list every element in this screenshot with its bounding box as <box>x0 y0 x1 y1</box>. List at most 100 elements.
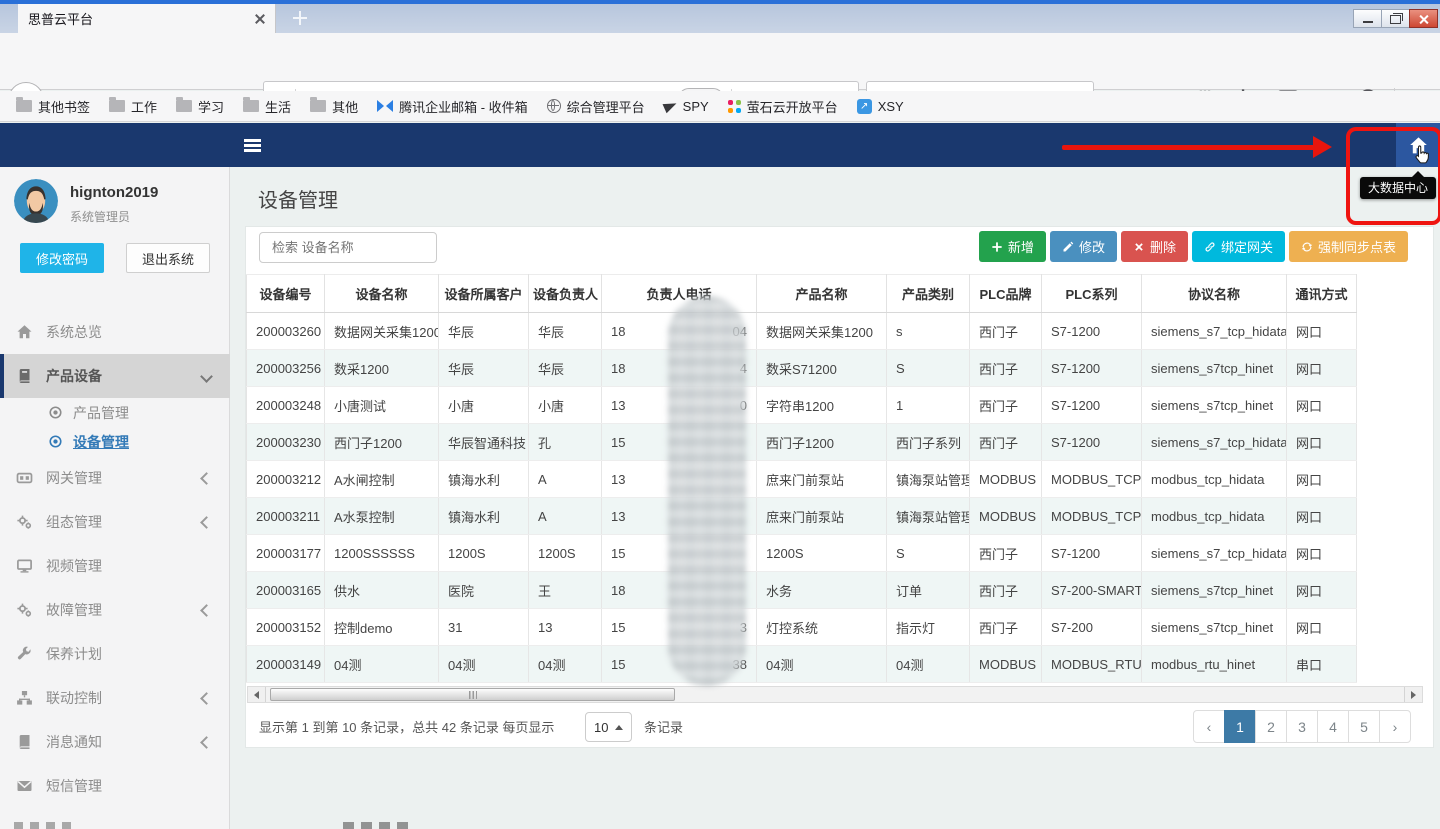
删除-button[interactable]: 删除 <box>1121 231 1188 262</box>
sidebar-item-消息通知[interactable]: 消息通知 <box>0 720 230 764</box>
bookmark-item[interactable]: SPY <box>664 99 709 114</box>
change-password-button[interactable]: 修改密码 <box>20 243 104 273</box>
column-header-产品名称[interactable]: 产品名称 <box>757 275 887 313</box>
bookmark-item[interactable]: ↗XSY <box>857 99 904 114</box>
column-header-产品类别[interactable]: 产品类别 <box>887 275 970 313</box>
table-cell: 网口 <box>1287 350 1357 387</box>
column-header-设备所属客户[interactable]: 设备所属客户 <box>439 275 529 313</box>
table-cell: MODBUS_TCP <box>1042 461 1142 498</box>
page-button-2[interactable]: 2 <box>1255 710 1287 743</box>
table-cell: modbus_tcp_hidata <box>1142 461 1287 498</box>
page-button-3[interactable]: 3 <box>1286 710 1318 743</box>
window-controls <box>1354 9 1438 28</box>
cursor-pointer <box>1413 144 1432 165</box>
column-header-PLC品牌[interactable]: PLC品牌 <box>970 275 1042 313</box>
restore-button[interactable] <box>1381 9 1410 28</box>
browser-tab[interactable]: 思普云平台 <box>18 4 276 33</box>
folder-icon <box>16 100 32 112</box>
records-info: 显示第 1 到第 10 条记录，总共 42 条记录 每页显示 <box>259 711 554 745</box>
绑定网关-button[interactable]: 绑定网关 <box>1192 231 1285 262</box>
dot-circle-icon <box>48 405 63 420</box>
minimize-button[interactable] <box>1353 9 1382 28</box>
bookmark-folder[interactable]: 学习 <box>176 97 224 116</box>
link-icon <box>1204 241 1216 253</box>
sidebar-subitem-产品管理[interactable]: 产品管理 <box>0 398 230 427</box>
table-cell: 西门子 <box>970 572 1042 609</box>
table-row[interactable]: 200003165供水医院王18水务订单西门子S7-200-SMARTsieme… <box>247 572 1357 609</box>
table-row[interactable]: 200003212A水闸控制镇海水利A13庶来门前泵站镇海泵站管理MODBUSM… <box>247 461 1357 498</box>
folder-icon <box>243 100 259 112</box>
column-header-协议名称[interactable]: 协议名称 <box>1142 275 1287 313</box>
page-button-5[interactable]: 5 <box>1348 710 1380 743</box>
table-row[interactable]: 200003260数据网关采集1200华辰华辰1804数据网关采集1200s西门… <box>247 313 1357 350</box>
scrollbar-thumb[interactable] <box>270 688 675 701</box>
close-button[interactable] <box>1409 9 1438 28</box>
sidebar-subitem-设备管理[interactable]: 设备管理 <box>0 427 230 456</box>
bookmark-item[interactable]: 综合管理平台 <box>547 97 645 116</box>
sidebar-item-联动控制[interactable]: 联动控制 <box>0 676 230 720</box>
tab-close-icon[interactable] <box>255 14 265 24</box>
phone-left-fragment: 18 <box>611 583 625 598</box>
sidebar-item-label: 保养计划 <box>46 644 102 664</box>
action-label: 新增 <box>1008 237 1034 256</box>
table-row[interactable]: 200003211A水泵控制镇海水利A13庶来门前泵站镇海泵站管理MODBUSM… <box>247 498 1357 535</box>
sidebar-item-系统总览[interactable]: 系统总览 <box>0 310 230 354</box>
bookmark-folder[interactable]: 其他 <box>310 97 358 116</box>
device-search-box[interactable] <box>259 232 437 263</box>
table-cell: 西门子 <box>970 424 1042 461</box>
bookmark-folder[interactable]: 生活 <box>243 97 291 116</box>
table-row[interactable]: 200003152控制demo3113153灯控系统指示灯西门子S7-200si… <box>247 609 1357 646</box>
column-header-设备名称[interactable]: 设备名称 <box>325 275 439 313</box>
sidebar-item-网关管理[interactable]: 网关管理 <box>0 456 230 500</box>
sidebar-item-故障管理[interactable]: 故障管理 <box>0 588 230 632</box>
sidebar-collapse-icon[interactable] <box>244 139 261 152</box>
table-cell: 小唐 <box>439 387 529 424</box>
column-header-PLC系列[interactable]: PLC系列 <box>1042 275 1142 313</box>
annotation-arrow-head <box>1313 136 1332 158</box>
scroll-right-icon[interactable] <box>1404 687 1422 702</box>
page-button-‹[interactable]: ‹ <box>1193 710 1225 743</box>
table-cell: 华辰智通科技 <box>439 424 529 461</box>
page-button-4[interactable]: 4 <box>1317 710 1349 743</box>
sidebar-item-产品设备[interactable]: 产品设备 <box>0 354 230 398</box>
table-cell: 华辰 <box>439 350 529 387</box>
table-cell: 镇海泵站管理 <box>887 461 970 498</box>
sidebar-item-短信管理[interactable]: 短信管理 <box>0 764 230 808</box>
column-header-通讯方式[interactable]: 通讯方式 <box>1287 275 1357 313</box>
bookmark-item[interactable]: 腾讯企业邮箱 - 收件箱 <box>377 97 528 116</box>
table-cell: 庶来门前泵站 <box>757 498 887 535</box>
phone-left-fragment: 13 <box>611 509 625 524</box>
sidebar-item-保养计划[interactable]: 保养计划 <box>0 632 230 676</box>
table-row[interactable]: 2000031771200SSSSSS1200S1200S151200SS西门子… <box>247 535 1357 572</box>
phone-left-fragment: 15 <box>611 546 625 561</box>
table-cell: 200003177 <box>247 535 325 572</box>
table-row[interactable]: 200003248小唐测试小唐小唐130字符串12001西门子S7-1200si… <box>247 387 1357 424</box>
page-size-select[interactable]: 10 <box>585 712 632 742</box>
table-row[interactable]: 20000314904测04测04测153804测04测MODBUSMODBUS… <box>247 646 1357 683</box>
horizontal-scrollbar[interactable] <box>247 686 1423 703</box>
column-header-设备负责人[interactable]: 设备负责人 <box>529 275 602 313</box>
page-button-1[interactable]: 1 <box>1224 710 1256 743</box>
table-row[interactable]: 200003230西门子1200华辰智通科技孔15西门子1200西门子系列西门子… <box>247 424 1357 461</box>
logout-button[interactable]: 退出系统 <box>126 243 210 273</box>
bookmark-folder[interactable]: 工作 <box>109 97 157 116</box>
bookmark-folder[interactable]: 其他书签 <box>16 97 90 116</box>
bookmark-item[interactable]: 萤石云开放平台 <box>728 97 838 116</box>
refresh-icon <box>1301 241 1313 253</box>
table-cell: 数据网关采集1200 <box>325 313 439 350</box>
column-header-设备编号[interactable]: 设备编号 <box>247 275 325 313</box>
dot-circle-icon <box>48 434 63 449</box>
page-button-›[interactable]: › <box>1379 710 1411 743</box>
scroll-left-icon[interactable] <box>248 687 266 702</box>
sidebar-item-视频管理[interactable]: 视频管理 <box>0 544 230 588</box>
device-search-input[interactable] <box>270 239 426 256</box>
folder-icon <box>176 100 192 112</box>
new-tab-button[interactable] <box>288 8 312 29</box>
table-cell: 西门子 <box>970 387 1042 424</box>
强制同步点表-button[interactable]: 强制同步点表 <box>1289 231 1408 262</box>
sidebar-item-组态管理[interactable]: 组态管理 <box>0 500 230 544</box>
新增-button[interactable]: 新增 <box>979 231 1046 262</box>
table-row[interactable]: 200003256数采1200华辰华辰184数采S71200S西门子S7-120… <box>247 350 1357 387</box>
修改-button[interactable]: 修改 <box>1050 231 1117 262</box>
sitemap-icon <box>16 690 33 706</box>
